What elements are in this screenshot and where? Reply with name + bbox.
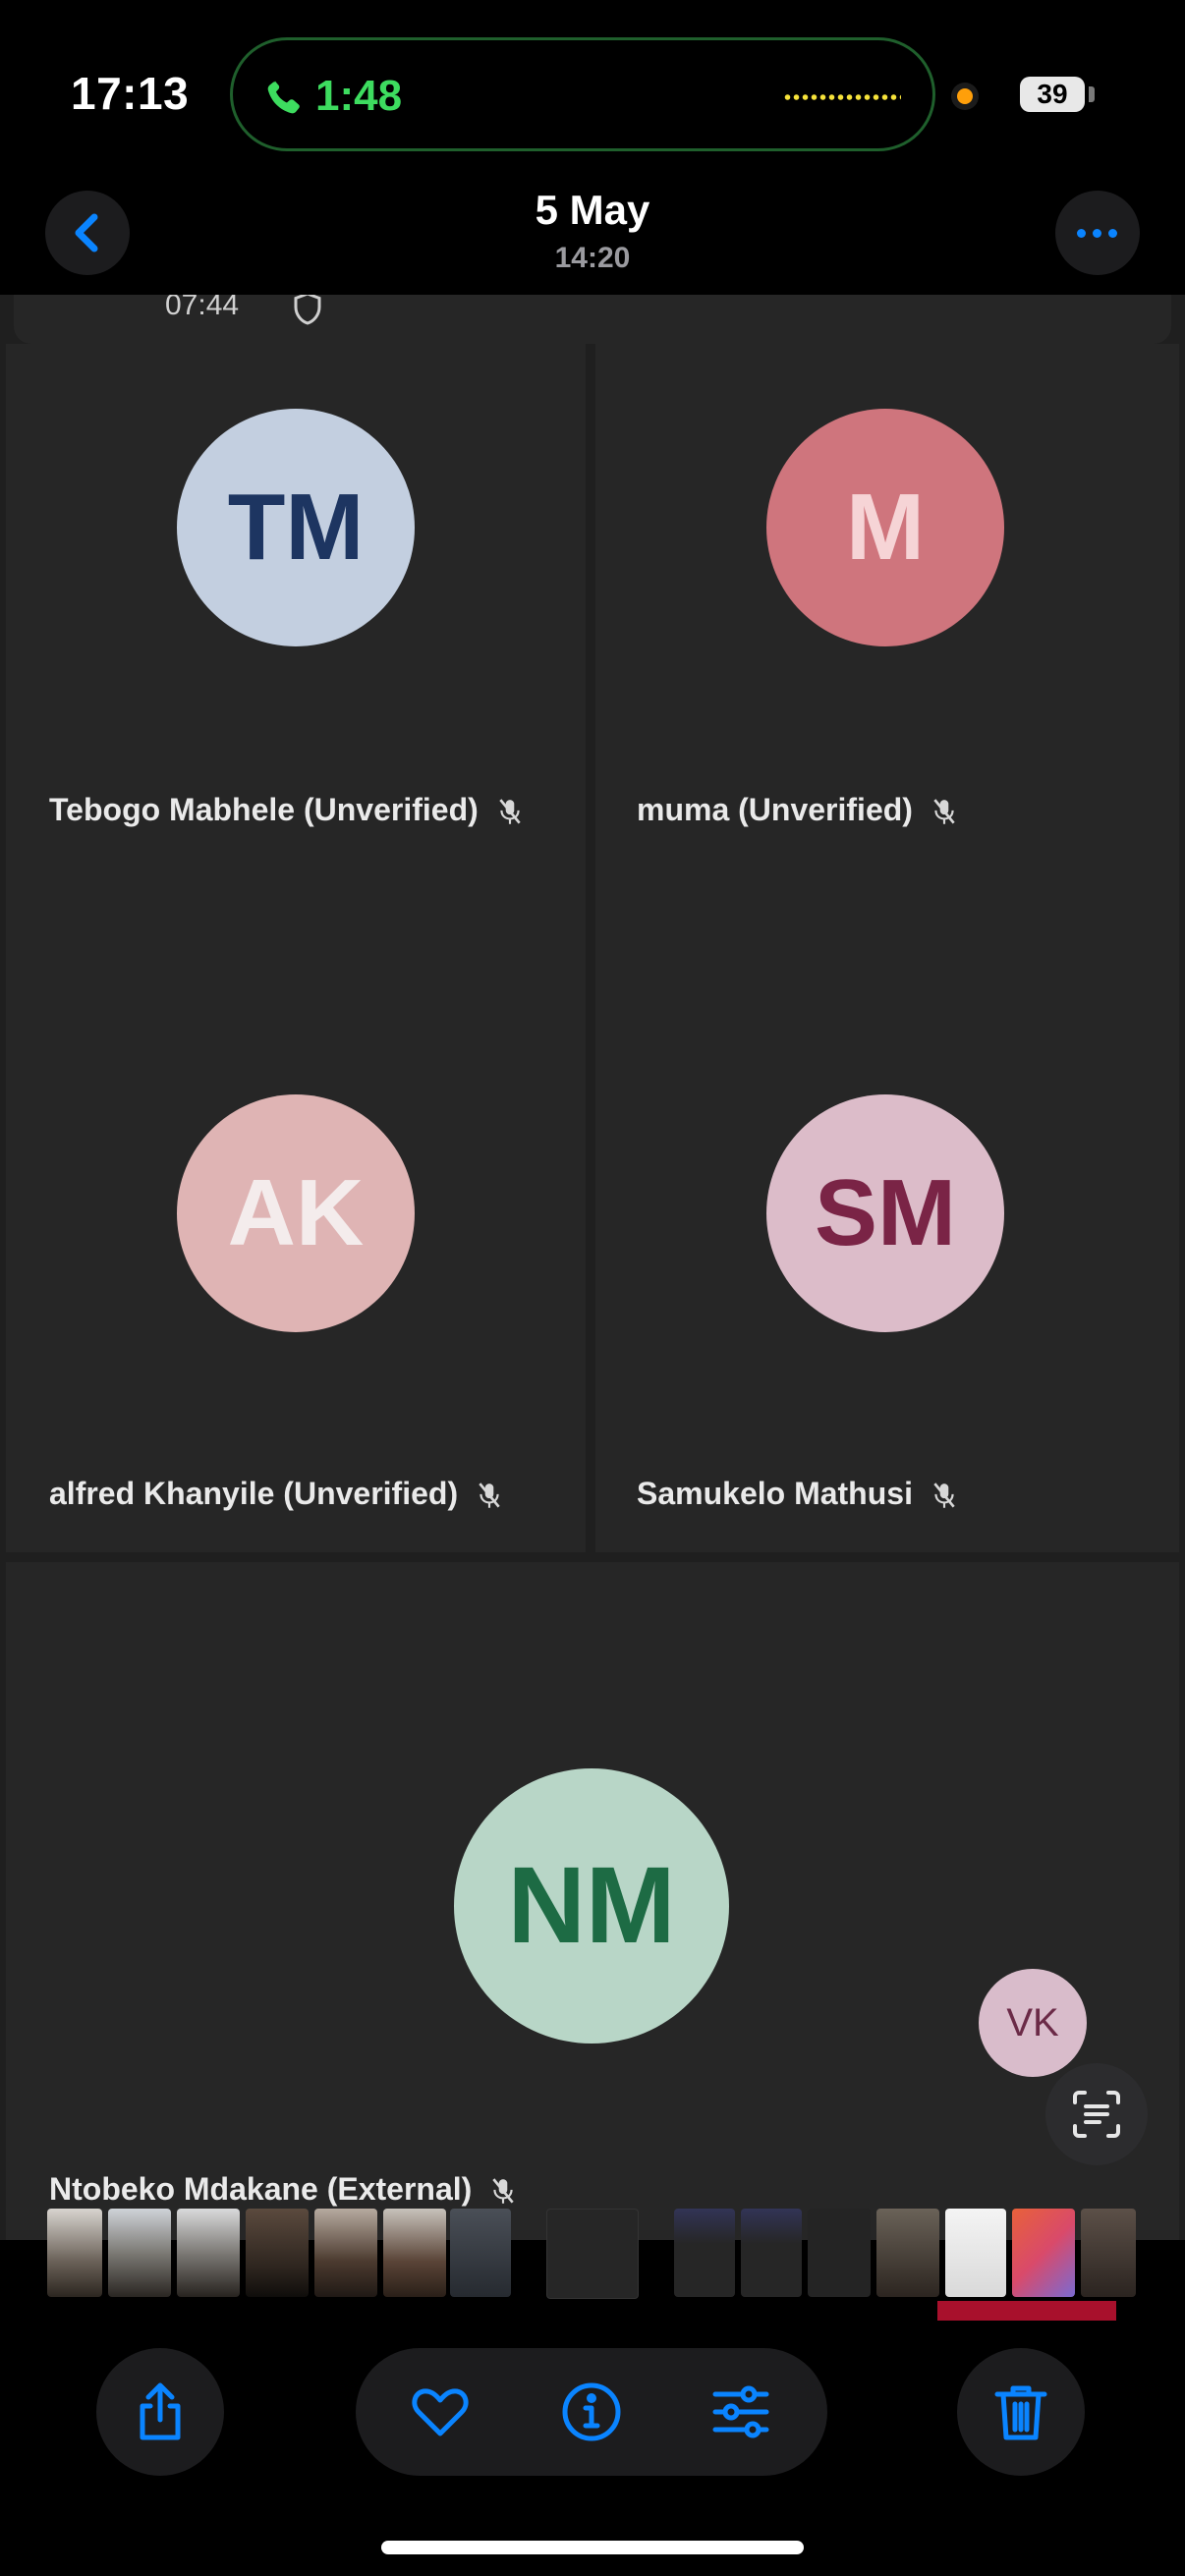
- shield-icon: [294, 295, 321, 325]
- status-time: 17:13: [71, 68, 190, 119]
- participant-name-text: Samukelo Mathusi: [637, 1476, 913, 1511]
- thumbnail[interactable]: [314, 2209, 377, 2297]
- participant-name-text: muma (Unverified): [637, 792, 913, 827]
- participant-tile: AK alfred Khanyile (Unverified): [6, 874, 586, 1552]
- participant-tile: TM Tebogo Mabhele (Unverified): [6, 344, 586, 914]
- call-duration: 1:48: [315, 72, 403, 120]
- trash-icon: [994, 2385, 1047, 2440]
- avatar: SM: [766, 1094, 1004, 1332]
- participant-name: Tebogo Mabhele (Unverified): [49, 792, 523, 828]
- sliders-icon[interactable]: [709, 2380, 772, 2443]
- battery-tip: [1089, 86, 1095, 102]
- photo-date-title: 5 May: [535, 187, 650, 233]
- thumbnail[interactable]: [246, 2209, 309, 2297]
- mic-muted-icon: [479, 1482, 500, 1508]
- participant-name-text: Tebogo Mabhele (Unverified): [49, 792, 479, 827]
- self-view-avatar: VK: [979, 1969, 1087, 2077]
- more-options-button[interactable]: [1055, 191, 1140, 275]
- mic-muted-icon: [933, 798, 955, 824]
- participant-tile: NM Ntobeko Mdakane (External): [6, 1562, 1179, 2240]
- photo-view[interactable]: 07:44 TM Tebogo Mabhele (Unverified) M m…: [0, 295, 1185, 2240]
- info-icon[interactable]: [560, 2380, 623, 2443]
- participant-name: muma (Unverified): [637, 792, 957, 828]
- ellipsis-icon: [1077, 229, 1086, 238]
- thumbnail[interactable]: [1081, 2209, 1136, 2297]
- meeting-top-time: 07:44: [165, 295, 240, 321]
- participant-name: alfred Khanyile (Unverified): [49, 1476, 502, 1512]
- heart-icon[interactable]: [409, 2380, 472, 2443]
- avatar: M: [766, 409, 1004, 646]
- camera-indicator-dot: [951, 83, 979, 110]
- active-call-pill[interactable]: 1:48: [230, 37, 935, 151]
- ellipsis-dot: [1093, 229, 1101, 238]
- thumbnail[interactable]: [674, 2209, 735, 2297]
- thumbnail-strip[interactable]: [0, 2201, 1185, 2324]
- battery-level: 39: [1020, 77, 1085, 112]
- avatar: AK: [177, 1094, 415, 1332]
- thumbnail[interactable]: [383, 2209, 446, 2297]
- participant-name: Samukelo Mathusi: [637, 1476, 957, 1512]
- delete-button[interactable]: [957, 2348, 1085, 2476]
- thumbnail[interactable]: [177, 2209, 240, 2297]
- thumbnail[interactable]: [808, 2209, 871, 2297]
- thumbnail[interactable]: [876, 2209, 939, 2297]
- thumbnail[interactable]: [945, 2209, 1006, 2297]
- ellipsis-dot: [1108, 229, 1117, 238]
- thumbnail[interactable]: [1012, 2209, 1075, 2297]
- avatar: NM: [454, 1768, 729, 2044]
- share-button[interactable]: [96, 2348, 224, 2476]
- avatar: TM: [177, 409, 415, 646]
- thumbnail[interactable]: [741, 2209, 802, 2297]
- live-text-button[interactable]: [1045, 2063, 1148, 2165]
- thumbnail[interactable]: [47, 2209, 102, 2297]
- share-icon: [140, 2382, 181, 2440]
- text-scan-icon: [1073, 2091, 1120, 2138]
- participant-tile: M muma (Unverified): [595, 344, 1179, 914]
- home-indicator[interactable]: [381, 2541, 804, 2554]
- audio-waveform: [783, 93, 901, 101]
- mic-muted-icon: [933, 1482, 955, 1508]
- participant-tile: SM Samukelo Mathusi: [595, 874, 1179, 1552]
- participant-name-text: alfred Khanyile (Unverified): [49, 1476, 459, 1511]
- thumbnail[interactable]: [546, 2209, 639, 2299]
- photo-time-subtitle: 14:20: [554, 242, 631, 274]
- mic-muted-icon: [498, 798, 521, 824]
- photo-actions-group: [356, 2348, 827, 2476]
- thumbnail[interactable]: [450, 2209, 511, 2297]
- phone-icon: [267, 80, 300, 114]
- thumbnail[interactable]: [108, 2209, 171, 2297]
